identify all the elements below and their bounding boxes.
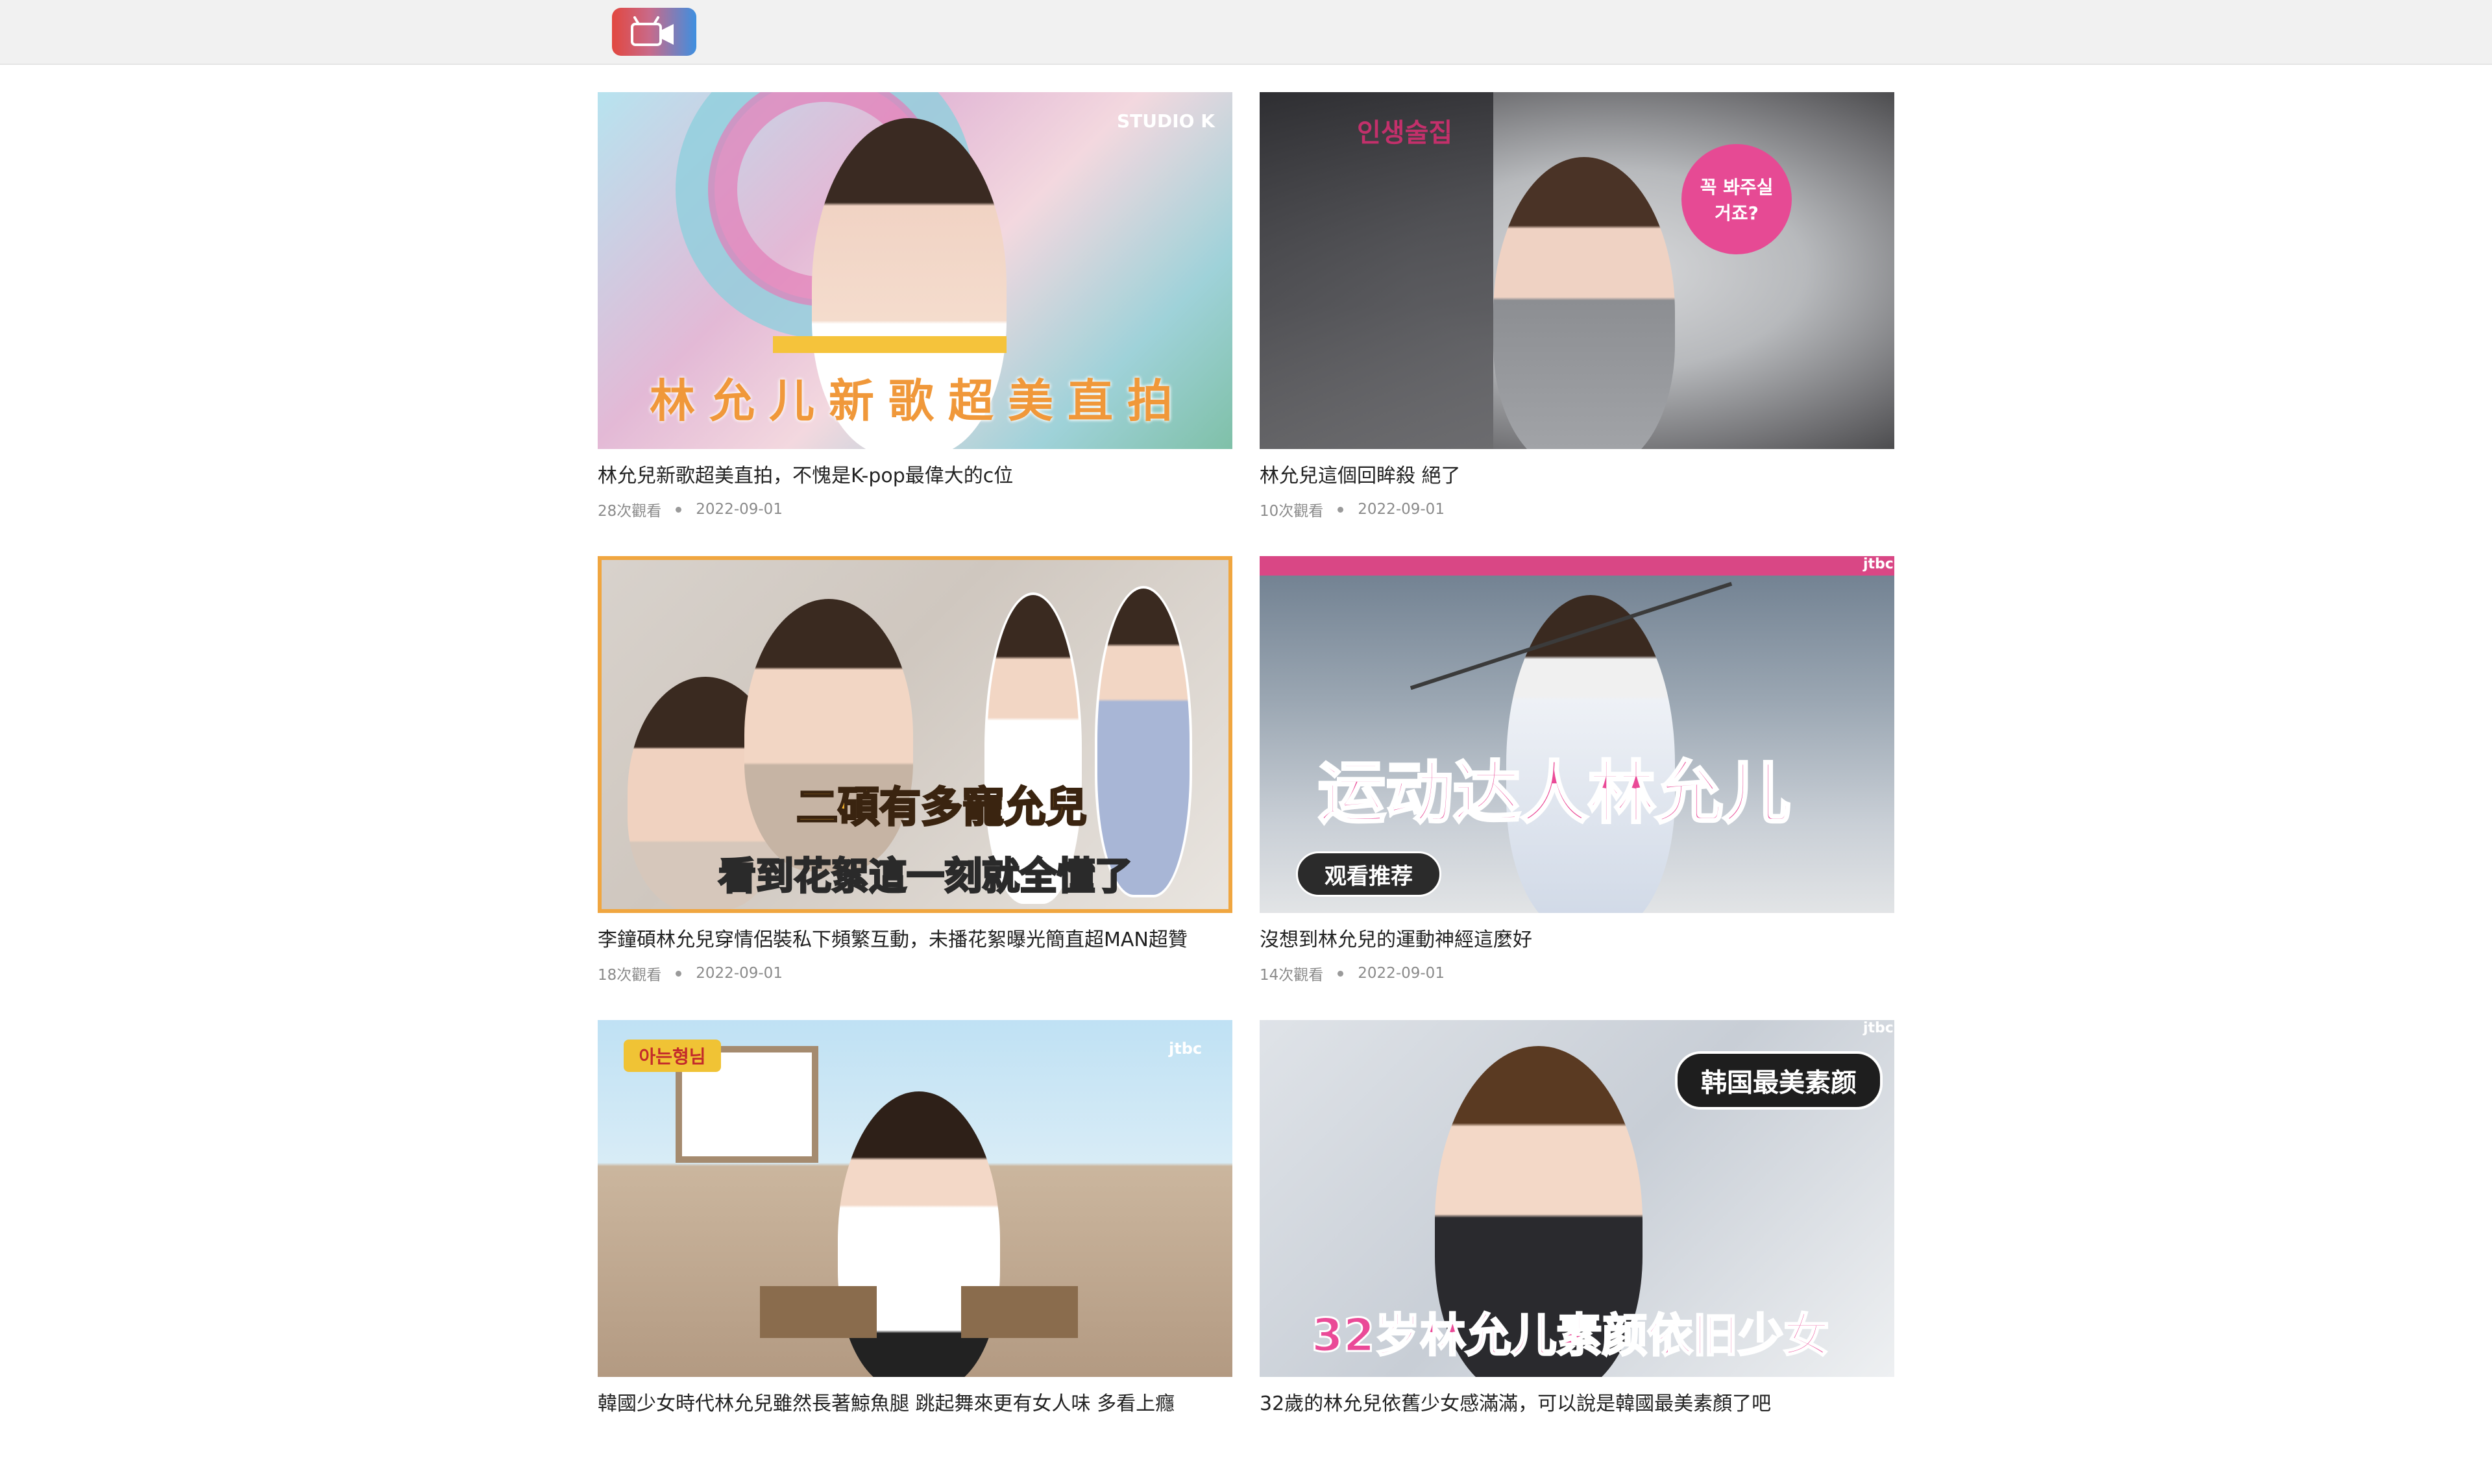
thumbnail-overlay-text: 运动达人林允儿	[1317, 752, 1792, 834]
video-meta: 18次觀看 2022-09-01	[598, 962, 1232, 984]
thumbnail-overlay-text: 32岁林允儿素颜依旧少女	[1310, 1308, 1829, 1363]
video-title[interactable]: 韓國少女時代林允兒雖然長著鯨魚腿 跳起舞來更有女人味 多看上癮	[598, 1391, 1232, 1417]
video-card[interactable]: 运动达人林允儿 观看推荐 jtbc 沒想到林允兒的運動神經這麼好 14次觀看 2…	[1260, 556, 1894, 1020]
video-title[interactable]: 林允兒這個回眸殺 絕了	[1260, 463, 1894, 489]
thumbnail-overlay-text: 林允儿新歌超美直拍	[650, 374, 1187, 428]
upload-date: 2022-09-01	[696, 965, 783, 982]
video-title[interactable]: 林允兒新歌超美直拍，不愧是K-pop最偉大的c位	[598, 463, 1232, 489]
video-meta: 14次觀看 2022-09-01	[1260, 962, 1894, 984]
separator-dot	[1338, 970, 1344, 977]
video-meta: 28次觀看 2022-09-01	[598, 498, 1232, 520]
video-card[interactable]: 二碩有多寵允兒 看到花絮這一刻就全懂了 李鐘碩林允兒穿情侶裝私下頻繁互動，未播花…	[598, 556, 1232, 1020]
video-card[interactable]: 아는형님 jtbc 韓國少女時代林允兒雖然長著鯨魚腿 跳起舞來更有女人味 多看上…	[598, 1020, 1232, 1484]
video-card[interactable]: 林允儿新歌超美直拍 STUDIO K 林允兒新歌超美直拍，不愧是K-pop最偉大…	[598, 92, 1232, 556]
speech-bubble: 꼭 봐주실 거죠?	[1681, 144, 1792, 254]
view-count: 18次觀看	[598, 967, 662, 984]
video-camera-icon	[631, 16, 674, 46]
video-thumbnail[interactable]: 二碩有多寵允兒 看到花絮這一刻就全懂了	[598, 556, 1232, 913]
channel-tag: jtbc	[1169, 1040, 1203, 1058]
video-title[interactable]: 32歲的林允兒依舊少女感滿滿，可以說是韓國最美素顏了吧	[1260, 1391, 1894, 1417]
separator-dot	[1338, 506, 1344, 513]
thumbnail-overlay-line1: 二碩有多寵允兒	[796, 783, 1088, 833]
upload-date: 2022-09-01	[696, 501, 783, 518]
thumbnail-pill-label: 韩国最美素颜	[1675, 1051, 1883, 1110]
view-count: 10次觀看	[1260, 503, 1324, 520]
watch-recommend-button[interactable]: 观看推荐	[1296, 851, 1441, 897]
top-bar	[0, 0, 2492, 65]
video-card[interactable]: 韩国最美素颜 32岁林允儿素颜依旧少女 jtbc 32歲的林允兒依舊少女感滿滿，…	[1260, 1020, 1894, 1484]
video-title[interactable]: 沒想到林允兒的運動神經這麼好	[1260, 927, 1894, 953]
video-thumbnail[interactable]: 运动达人林允儿 观看推荐 jtbc	[1260, 556, 1894, 913]
video-meta: 10次觀看 2022-09-01	[1260, 498, 1894, 520]
thumbnail-overlay-text: 인생술집	[1357, 118, 1453, 148]
video-thumbnail[interactable]: 韩国最美素颜 32岁林允儿素颜依旧少女 jtbc	[1260, 1020, 1894, 1377]
video-grid: 林允儿新歌超美直拍 STUDIO K 林允兒新歌超美直拍，不愧是K-pop最偉大…	[598, 92, 1894, 1484]
site-logo[interactable]	[612, 8, 696, 56]
video-thumbnail[interactable]: 林允儿新歌超美直拍 STUDIO K	[598, 92, 1232, 449]
program-badge: 아는형님	[624, 1040, 721, 1072]
separator-dot	[676, 970, 682, 977]
view-count: 14次觀看	[1260, 967, 1324, 984]
separator-dot	[676, 506, 682, 513]
channel-tag: jtbc	[1863, 1020, 1894, 1036]
upload-date: 2022-09-01	[1358, 965, 1445, 982]
view-count: 28次觀看	[598, 503, 662, 520]
upload-date: 2022-09-01	[1358, 501, 1445, 518]
channel-tag: jtbc	[1863, 556, 1894, 572]
thumbnail-overlay-line2: 看到花絮這一刻就全懂了	[717, 853, 1133, 899]
video-card[interactable]: 인생술집 꼭 봐주실 거죠? 林允兒這個回眸殺 絕了 10次觀看 2022-09…	[1260, 92, 1894, 556]
video-thumbnail[interactable]: 아는형님 jtbc	[598, 1020, 1232, 1377]
video-title[interactable]: 李鐘碩林允兒穿情侶裝私下頻繁互動，未播花絮曝光簡直超MAN超贊	[598, 927, 1232, 953]
video-thumbnail[interactable]: 인생술집 꼭 봐주실 거죠?	[1260, 92, 1894, 449]
channel-logo-text: STUDIO K	[1117, 110, 1215, 132]
